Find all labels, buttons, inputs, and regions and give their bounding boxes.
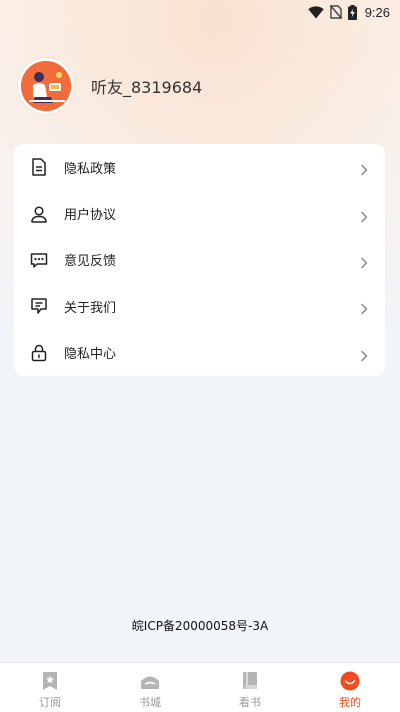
read-book-icon <box>240 671 260 691</box>
profile-header[interactable]: 听友_8319684 <box>18 58 202 114</box>
menu-item-label: 隐私中心 <box>64 347 117 363</box>
avatar[interactable] <box>18 58 74 114</box>
tab-read[interactable]: 看书 <box>200 663 300 712</box>
chevron-right-icon <box>359 300 369 315</box>
document-icon <box>30 158 48 176</box>
status-bar: 9:26 <box>0 0 400 24</box>
subscribe-star-icon <box>40 671 60 691</box>
tab-subscribe[interactable]: 订阅 <box>0 663 100 712</box>
bookstore-icon <box>140 671 160 691</box>
menu-item-label: 关于我们 <box>64 300 117 316</box>
profile-icon <box>340 671 360 691</box>
tab-label: 订阅 <box>39 696 61 709</box>
username: 听友_8319684 <box>91 78 203 97</box>
avatar-illustration-icon <box>21 61 71 111</box>
no-sim-icon <box>329 5 342 19</box>
tab-bookstore[interactable]: 书城 <box>100 663 200 712</box>
menu-item-privacy-policy[interactable]: 隐私政策 <box>14 144 385 190</box>
user-icon <box>30 205 48 223</box>
chevron-right-icon <box>359 254 369 269</box>
menu-item-about-us[interactable]: 关于我们 <box>14 283 385 329</box>
chevron-right-icon <box>359 347 369 361</box>
tab-label: 看书 <box>239 696 261 709</box>
bottom-tab-bar: 订阅 书城 看书 我的 <box>0 662 400 712</box>
icp-license-text[interactable]: 皖ICP备20000058号-3A <box>0 617 400 634</box>
tab-label: 书城 <box>139 696 161 709</box>
menu-item-feedback[interactable]: 意见反馈 <box>14 237 385 283</box>
chevron-right-icon <box>359 208 369 222</box>
tab-mine[interactable]: 我的 <box>300 663 400 712</box>
settings-menu-card: 隐私政策 用户协议 意见反馈 关于我们 隐私中心 <box>14 144 385 376</box>
menu-item-label: 用户协议 <box>64 208 117 224</box>
lock-icon <box>30 344 48 362</box>
battery-charging-icon <box>347 4 357 20</box>
info-chat-icon <box>30 297 48 315</box>
chevron-right-icon <box>359 161 369 176</box>
feedback-chat-icon <box>30 251 48 269</box>
menu-item-privacy-center[interactable]: 隐私中心 <box>14 330 385 376</box>
menu-item-label: 意见反馈 <box>64 254 117 270</box>
tab-label: 我的 <box>339 696 361 709</box>
status-time: 9:26 <box>364 4 390 20</box>
menu-item-label: 隐私政策 <box>64 161 117 177</box>
menu-item-user-agreement[interactable]: 用户协议 <box>14 190 385 236</box>
wifi-icon <box>307 5 324 19</box>
